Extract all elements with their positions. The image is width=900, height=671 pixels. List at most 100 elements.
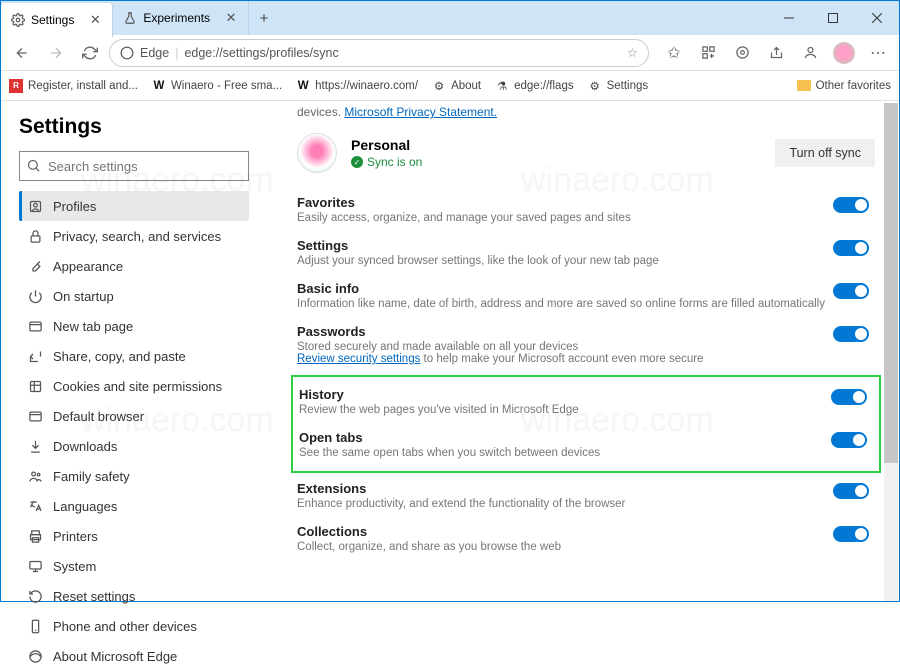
minimize-button[interactable] — [767, 1, 811, 35]
bookmark-item[interactable]: ⚗edge://flags — [495, 79, 573, 93]
flask-icon — [123, 11, 137, 25]
share-icon — [27, 348, 43, 364]
bookmark-item[interactable]: ⚙About — [432, 79, 481, 93]
nav-system[interactable]: System — [19, 551, 249, 581]
window-icon — [27, 408, 43, 424]
settings-nav: Profiles Privacy, search, and services A… — [19, 191, 249, 671]
nav-cookies[interactable]: Cookies and site permissions — [19, 371, 249, 401]
toggle-passwords[interactable] — [833, 326, 869, 342]
search-input[interactable] — [19, 151, 249, 181]
nav-startup[interactable]: On startup — [19, 281, 249, 311]
tab-experiments[interactable]: Experiments ✕ — [113, 1, 249, 35]
url-text: edge://settings/profiles/sync — [184, 46, 338, 60]
favorites-icon[interactable]: ✩ — [659, 38, 689, 68]
brush-icon — [27, 258, 43, 274]
profile-picture[interactable] — [297, 133, 337, 173]
bookmark-item[interactable]: Whttps://winaero.com/ — [296, 79, 418, 93]
address-bar: Edge | edge://settings/profiles/sync ☆ ✩… — [1, 35, 899, 71]
cookie-icon — [27, 378, 43, 394]
other-favorites[interactable]: Other favorites — [797, 80, 891, 92]
nav-phone[interactable]: Phone and other devices — [19, 611, 249, 641]
settings-sidebar: Settings Profiles Privacy, search, and s… — [1, 101, 259, 603]
collections-icon[interactable] — [693, 38, 723, 68]
content: Settings Profiles Privacy, search, and s… — [1, 101, 899, 603]
sync-favorites: Favorites Easily access, organize, and m… — [297, 189, 875, 232]
edge-icon — [27, 648, 43, 664]
gear-icon — [11, 13, 25, 27]
profile-name: Personal — [351, 137, 422, 153]
nav-languages[interactable]: Languages — [19, 491, 249, 521]
close-icon[interactable]: ✕ — [224, 11, 238, 25]
extensions-icon[interactable] — [727, 38, 757, 68]
refresh-button[interactable] — [75, 38, 105, 68]
site-identity: Edge — [140, 46, 169, 60]
search-icon — [26, 158, 41, 173]
star-icon[interactable]: ☆ — [627, 45, 638, 60]
nav-family[interactable]: Family safety — [19, 461, 249, 491]
power-icon — [27, 288, 43, 304]
check-icon: ✓ — [351, 156, 363, 168]
favicon-icon: W — [152, 79, 166, 93]
phone-icon — [27, 618, 43, 634]
nav-default-browser[interactable]: Default browser — [19, 401, 249, 431]
gear-icon: ⚙ — [588, 79, 602, 93]
nav-about[interactable]: About Microsoft Edge — [19, 641, 249, 671]
nav-printers[interactable]: Printers — [19, 521, 249, 551]
turn-off-sync-button[interactable]: Turn off sync — [775, 139, 875, 167]
profile-row: Personal ✓Sync is on Turn off sync — [297, 133, 875, 173]
toggle-settings[interactable] — [833, 240, 869, 256]
toggle-history[interactable] — [831, 389, 867, 405]
tab-icon — [27, 318, 43, 334]
nav-newtab[interactable]: New tab page — [19, 311, 249, 341]
close-window-button[interactable] — [855, 1, 899, 35]
folder-icon — [797, 80, 811, 91]
page-title: Settings — [19, 115, 249, 139]
favicon-icon: W — [296, 79, 310, 93]
scrollbar-thumb[interactable] — [884, 103, 898, 463]
sync-basic-info: Basic info Information like name, date o… — [297, 275, 875, 318]
sync-collections: Collections Collect, organize, and share… — [297, 518, 875, 561]
menu-icon[interactable]: ⋯ — [863, 38, 893, 68]
nav-downloads[interactable]: Downloads — [19, 431, 249, 461]
toggle-open-tabs[interactable] — [831, 432, 867, 448]
main-panel: devices. Microsoft Privacy Statement. Pe… — [259, 101, 899, 603]
toggle-extensions[interactable] — [833, 483, 869, 499]
nav-privacy[interactable]: Privacy, search, and services — [19, 221, 249, 251]
bookmark-item[interactable]: WWinaero - Free sma... — [152, 79, 282, 93]
download-icon — [27, 438, 43, 454]
review-security-link[interactable]: Review security settings — [297, 353, 420, 365]
window-controls — [767, 1, 899, 35]
sync-extensions: Extensions Enhance productivity, and ext… — [297, 475, 875, 518]
profile-avatar[interactable] — [829, 38, 859, 68]
titlebar: Settings ✕ Experiments ✕ + — [1, 1, 899, 35]
favicon-icon: R — [9, 79, 23, 93]
nav-appearance[interactable]: Appearance — [19, 251, 249, 281]
nav-profiles[interactable]: Profiles — [19, 191, 249, 221]
lock-icon — [27, 228, 43, 244]
back-button[interactable] — [7, 38, 37, 68]
sync-open-tabs: Open tabs See the same open tabs when yo… — [299, 424, 873, 467]
forward-button[interactable] — [41, 38, 71, 68]
nav-share[interactable]: Share, copy, and paste — [19, 341, 249, 371]
tab-settings[interactable]: Settings ✕ — [1, 3, 113, 37]
sync-status: ✓Sync is on — [351, 155, 422, 169]
close-icon[interactable]: ✕ — [88, 13, 102, 27]
new-tab-button[interactable]: + — [249, 1, 279, 35]
maximize-button[interactable] — [811, 1, 855, 35]
bookmark-item[interactable]: ⚙Settings — [588, 79, 649, 93]
bookmark-item[interactable]: RRegister, install and... — [9, 79, 138, 93]
privacy-link[interactable]: Microsoft Privacy Statement. — [344, 105, 497, 119]
bookmarks-bar: RRegister, install and... WWinaero - Fre… — [1, 71, 899, 101]
gear-icon: ⚙ — [432, 79, 446, 93]
nav-reset[interactable]: Reset settings — [19, 581, 249, 611]
toggle-favorites[interactable] — [833, 197, 869, 213]
share-icon[interactable] — [761, 38, 791, 68]
family-icon — [27, 468, 43, 484]
toggle-collections[interactable] — [833, 526, 869, 542]
tab-label: Settings — [31, 13, 74, 27]
person-icon[interactable] — [795, 38, 825, 68]
profile-icon — [27, 198, 43, 214]
top-text: devices. Microsoft Privacy Statement. — [297, 105, 875, 119]
toggle-basic-info[interactable] — [833, 283, 869, 299]
url-field[interactable]: Edge | edge://settings/profiles/sync ☆ — [109, 39, 649, 67]
